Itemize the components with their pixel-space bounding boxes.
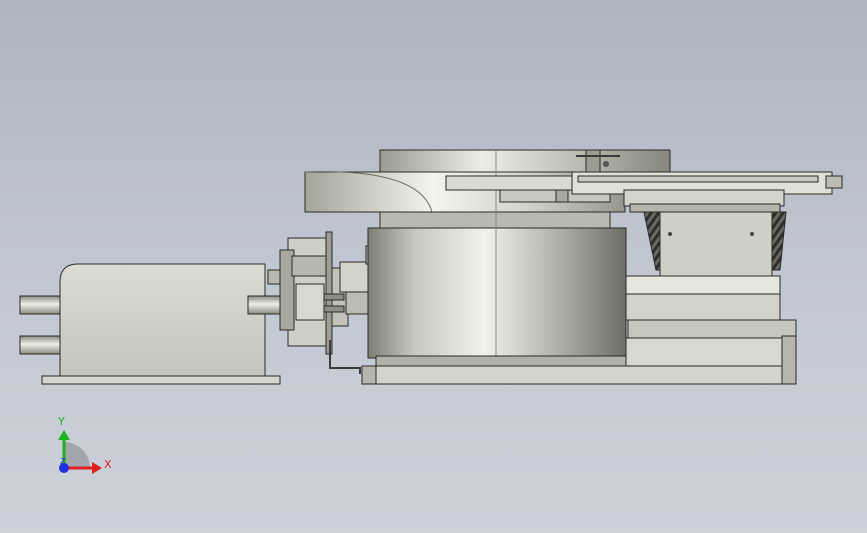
motor-foot <box>41 375 281 385</box>
triad-y-label: Y <box>58 415 65 428</box>
motor-body <box>59 263 266 379</box>
base-block <box>625 275 797 369</box>
machine-model <box>19 149 843 474</box>
drum-body <box>367 227 627 359</box>
triad-z-label: Z <box>60 457 66 466</box>
coordinate-triad <box>58 430 102 474</box>
gearbox <box>279 231 383 374</box>
motor-shaft-upper <box>19 295 61 315</box>
motor <box>19 263 287 385</box>
cad-viewport[interactable]: Y X Z <box>0 0 867 533</box>
motor-shaft-lower <box>19 335 61 355</box>
triad-x-label: X <box>104 458 112 471</box>
